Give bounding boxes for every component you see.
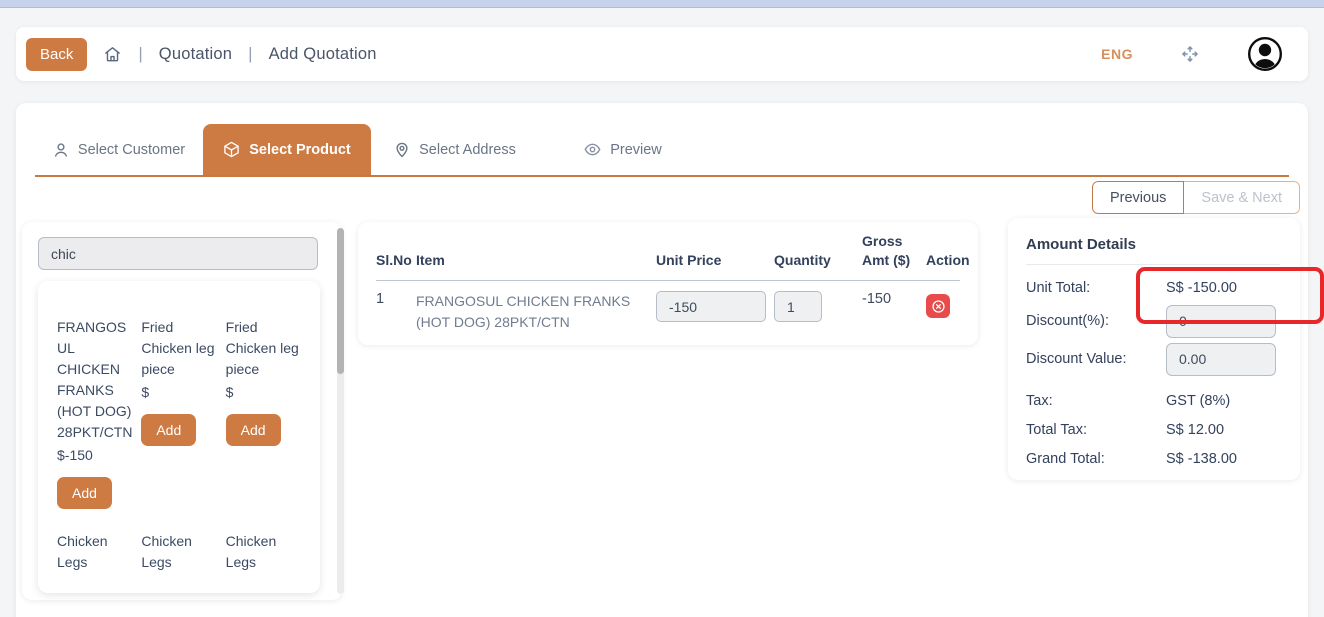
add-quotation-page: Back | Quotation | Add Quotation ENG: [0, 0, 1324, 617]
cell-slno: 1: [376, 291, 416, 307]
cell-item-name: FRANGOSUL CHICKEN FRANKS (HOT DOG) 28PKT…: [416, 291, 656, 333]
amount-details-panel: Amount Details Unit Total: S$ -150.00 Di…: [1008, 218, 1300, 480]
cell-gross-amt: -150: [862, 291, 926, 307]
product-result: Fried Chicken leg piece $ Add: [226, 317, 302, 509]
sidebar-scrollbar-track[interactable]: [337, 228, 344, 594]
product-name: FRANGOSUL CHICKEN FRANKS (HOT DOG) 28PKT…: [57, 317, 133, 443]
discount-value-input[interactable]: [1166, 343, 1276, 376]
product-name: Fried Chicken leg piece: [226, 317, 302, 380]
amount-details-title: Amount Details: [1026, 236, 1280, 265]
save-next-button[interactable]: Save & Next: [1184, 181, 1300, 214]
page-header: Back | Quotation | Add Quotation ENG: [16, 27, 1308, 81]
person-icon: [53, 142, 69, 158]
tab-label: Select Product: [249, 142, 351, 158]
product-result: Fried Chicken leg piece $ Add: [141, 317, 217, 509]
header-right-group: ENG: [1101, 36, 1283, 72]
grand-total-label: Grand Total:: [1026, 451, 1166, 467]
tab-label: Preview: [610, 142, 662, 158]
wizard-tabs: Select Customer Select Product: [35, 124, 707, 175]
add-product-button[interactable]: Add: [57, 477, 112, 509]
product-result: Chicken Legs: [57, 531, 133, 573]
header-left-group: Back | Quotation | Add Quotation: [26, 38, 377, 71]
discount-value-label: Discount Value:: [1026, 351, 1166, 367]
home-icon[interactable]: [103, 45, 122, 64]
quantity-input[interactable]: [774, 291, 822, 322]
grand-total-value: S$ -138.00: [1166, 451, 1237, 467]
breadcrumb-page: Add Quotation: [269, 45, 377, 64]
discount-percent-row: Discount(%):: [1026, 302, 1280, 340]
eye-icon: [584, 141, 601, 158]
product-price: $-150: [57, 445, 133, 466]
quotation-wizard-card: Select Customer Select Product: [16, 103, 1308, 617]
tab-label: Select Address: [419, 142, 516, 158]
cell-quantity: [774, 291, 862, 322]
product-grid: FRANGOSUL CHICKEN FRANKS (HOT DOG) 28PKT…: [57, 317, 302, 573]
product-name: Chicken Legs: [57, 531, 133, 573]
product-result: Chicken Legs: [226, 531, 302, 573]
product-name: Chicken Legs: [141, 531, 217, 573]
breadcrumb-separator: |: [248, 44, 252, 64]
tab-select-product[interactable]: Select Product: [203, 124, 371, 175]
package-icon: [223, 141, 240, 158]
product-name: Chicken Legs: [226, 531, 302, 573]
selected-items-table: Sl.No Item Unit Price Quantity Gross Amt…: [358, 222, 978, 345]
cell-action: [926, 291, 972, 318]
add-product-button[interactable]: Add: [141, 414, 196, 446]
product-name: Fried Chicken leg piece: [141, 317, 217, 380]
discount-percent-input[interactable]: [1166, 305, 1276, 338]
tab-select-address[interactable]: Select Address: [371, 124, 539, 175]
total-tax-row: Total Tax: S$ 12.00: [1026, 415, 1280, 444]
fullscreen-move-icon[interactable]: [1179, 43, 1201, 65]
unit-total-value: S$ -150.00: [1166, 280, 1237, 296]
table-row: 1 FRANGOSUL CHICKEN FRANKS (HOT DOG) 28P…: [376, 281, 960, 333]
breadcrumb-separator: |: [138, 44, 142, 64]
unit-price-input[interactable]: [656, 291, 766, 322]
col-header-action: Action: [926, 251, 972, 270]
tab-label: Select Customer: [78, 142, 185, 158]
product-search-panel: FRANGOSUL CHICKEN FRANKS (HOT DOG) 28PKT…: [22, 222, 342, 600]
product-result: FRANGOSUL CHICKEN FRANKS (HOT DOG) 28PKT…: [57, 317, 133, 509]
col-header-quantity: Quantity: [774, 251, 862, 270]
remove-item-button[interactable]: [926, 294, 950, 318]
product-results-card: FRANGOSUL CHICKEN FRANKS (HOT DOG) 28PKT…: [38, 281, 320, 593]
discount-value-row: Discount Value:: [1026, 340, 1280, 378]
product-price: $: [226, 382, 302, 403]
breadcrumb-section[interactable]: Quotation: [159, 45, 232, 64]
language-selector[interactable]: ENG: [1101, 46, 1133, 62]
step-buttons-group: Previous Save & Next: [1092, 181, 1300, 214]
sidebar-scrollbar-thumb[interactable]: [337, 228, 344, 374]
grand-total-row: Grand Total: S$ -138.00: [1026, 444, 1280, 473]
tab-preview[interactable]: Preview: [539, 124, 707, 175]
unit-total-label: Unit Total:: [1026, 280, 1166, 296]
col-header-unit-price: Unit Price: [656, 251, 774, 270]
user-avatar[interactable]: [1247, 36, 1283, 72]
tax-row: Tax: GST (8%): [1026, 386, 1280, 415]
col-header-slno: Sl.No: [376, 251, 416, 270]
col-header-item: Item: [416, 251, 656, 270]
product-result: Chicken Legs: [141, 531, 217, 573]
tax-label: Tax:: [1026, 393, 1166, 409]
back-button[interactable]: Back: [26, 38, 87, 71]
add-product-button[interactable]: Add: [226, 414, 281, 446]
previous-button[interactable]: Previous: [1092, 181, 1184, 214]
unit-total-row: Unit Total: S$ -150.00: [1026, 273, 1280, 302]
cell-unit-price: [656, 291, 774, 322]
circle-x-icon: [931, 299, 946, 314]
browser-top-strip: [0, 0, 1324, 8]
table-header-row: Sl.No Item Unit Price Quantity Gross Amt…: [376, 232, 960, 281]
tax-value: GST (8%): [1166, 393, 1230, 409]
col-header-gross-amt: Gross Amt ($): [862, 232, 926, 270]
tabs-underline: [35, 175, 1289, 177]
product-price: $: [141, 382, 217, 403]
discount-percent-label: Discount(%):: [1026, 313, 1166, 329]
total-tax-value: S$ 12.00: [1166, 422, 1224, 438]
location-pin-icon: [394, 142, 410, 158]
total-tax-label: Total Tax:: [1026, 422, 1166, 438]
tab-select-customer[interactable]: Select Customer: [35, 124, 203, 175]
product-search-input[interactable]: [38, 237, 318, 270]
